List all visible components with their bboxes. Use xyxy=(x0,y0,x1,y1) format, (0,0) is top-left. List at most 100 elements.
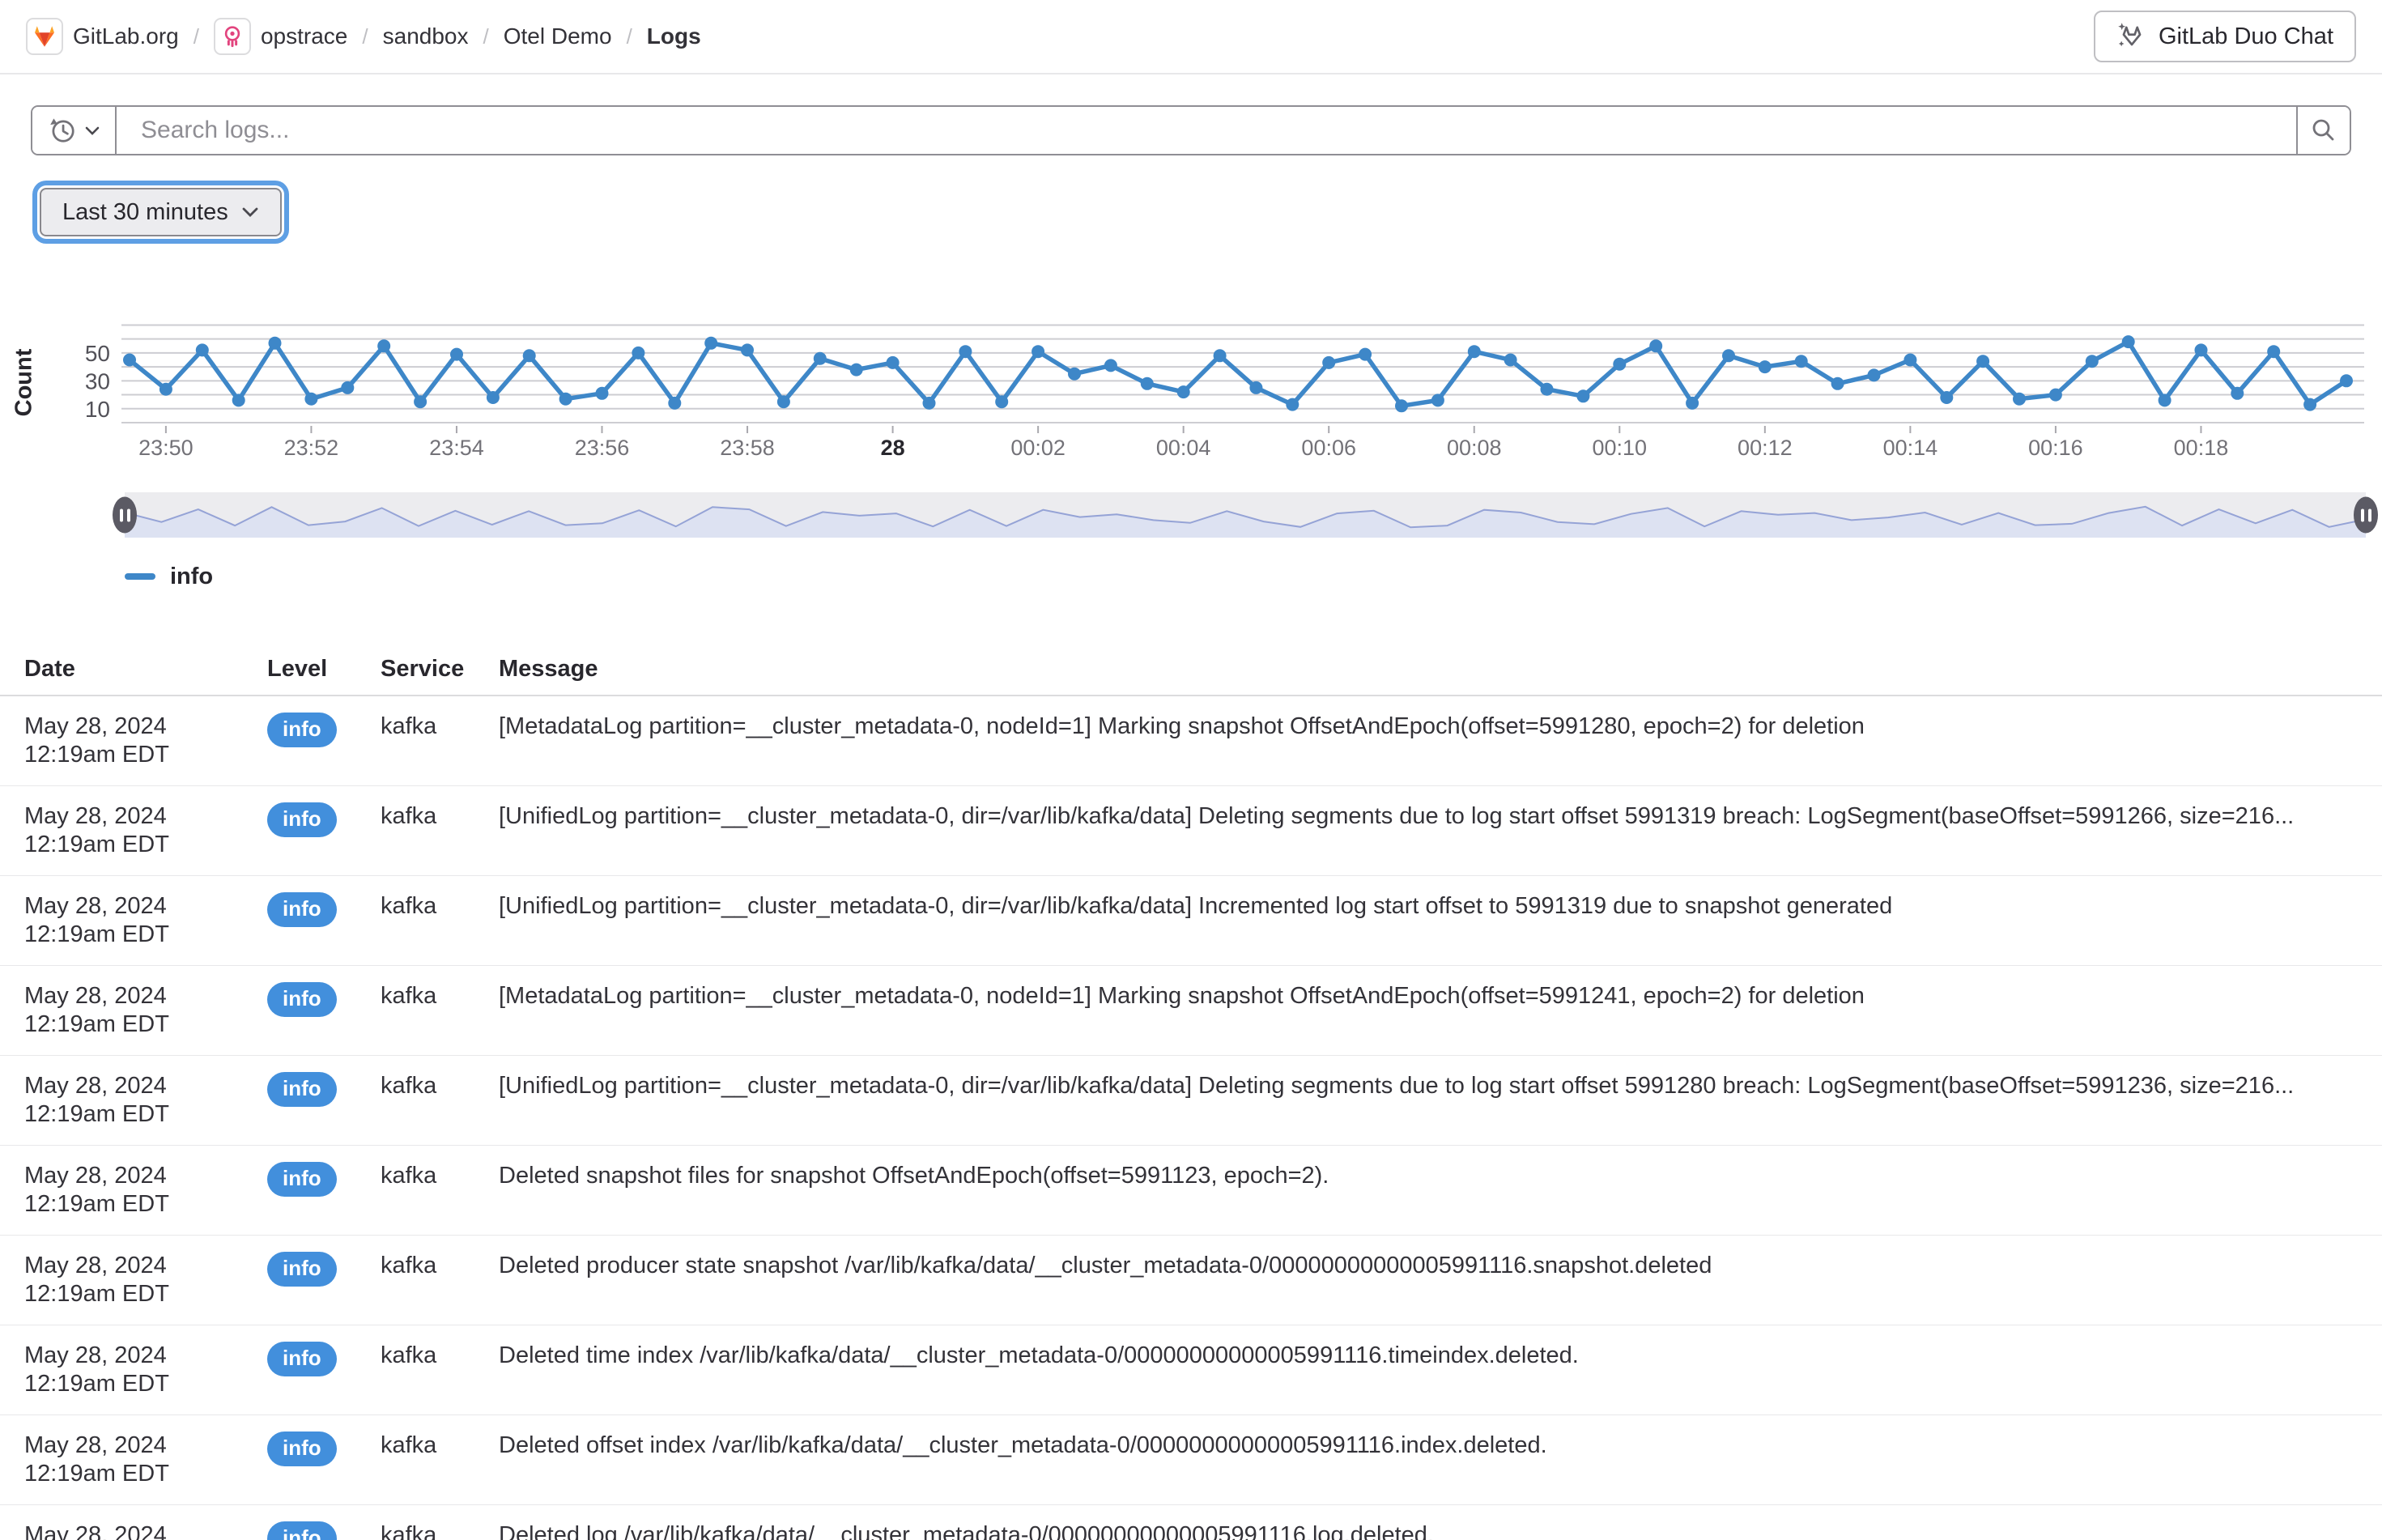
log-level: info xyxy=(267,1162,381,1219)
svg-text:00:08: 00:08 xyxy=(1447,436,1502,460)
table-row[interactable]: May 28, 202412:19am EDTinfo kafkaDeleted … xyxy=(0,1505,2382,1540)
log-message: [MetadataLog partition=__cluster_metadat… xyxy=(499,713,2358,769)
svg-text:00:12: 00:12 xyxy=(1738,436,1793,460)
chevron-down-icon xyxy=(241,206,259,218)
breadcrumb-logs-current: Logs xyxy=(647,23,701,49)
table-row[interactable]: May 28, 202412:19am EDTinfokafka[Metadat… xyxy=(0,966,2382,1056)
table-row[interactable]: May 28, 202412:19am EDTinfo kafkaDeleted … xyxy=(0,1415,2382,1505)
log-level: info xyxy=(267,1342,381,1398)
column-header-service: Service xyxy=(381,656,499,683)
log-message: [UnifiedLog partition=__cluster_metadata… xyxy=(499,892,2358,949)
log-service: kafka xyxy=(381,1072,499,1129)
column-header-message: Message xyxy=(499,656,2358,683)
log-message: [UnifiedLog partition=__cluster_metadata… xyxy=(499,1072,2358,1129)
table-row[interactable]: May 28, 202412:19am EDTinfo kafka[Unified… xyxy=(0,1056,2382,1146)
svg-text:30: 30 xyxy=(85,368,110,394)
column-header-date: Date xyxy=(24,656,267,683)
log-level: info xyxy=(267,1432,381,1488)
log-date: May 28, 202412:19am EDT xyxy=(24,1432,267,1488)
log-level: info xyxy=(267,1072,381,1129)
table-row[interactable]: May 28, 202412:19am EDTinfokafkaDeleted … xyxy=(0,1146,2382,1236)
chart-brush-minimap xyxy=(125,492,2366,538)
log-date: May 28, 202412:19am EDT xyxy=(24,713,267,769)
level-badge: info xyxy=(267,1342,337,1376)
search-submit-button[interactable] xyxy=(2296,107,2350,154)
search-history-dropdown[interactable] xyxy=(32,107,117,154)
svg-text:23:54: 23:54 xyxy=(429,436,484,460)
chart-legend[interactable]: info xyxy=(125,559,213,594)
log-message: [MetadataLog partition=__cluster_metadat… xyxy=(499,982,2358,1039)
log-volume-chart-svg[interactable]: 10305023:5023:5223:5423:5623:582800:0200… xyxy=(71,321,2364,465)
log-level: info xyxy=(267,1521,381,1540)
chart-brush[interactable] xyxy=(125,492,2366,538)
breadcrumb-separator: / xyxy=(627,24,632,49)
level-badge: info xyxy=(267,1252,337,1287)
log-date: May 28, 202412:19am EDT xyxy=(24,1072,267,1129)
breadcrumb-label: Otel Demo xyxy=(504,23,612,49)
log-service: kafka xyxy=(381,892,499,949)
chevron-down-icon xyxy=(84,125,100,136)
log-level: info xyxy=(267,1252,381,1308)
log-level: info xyxy=(267,713,381,769)
log-service: kafka xyxy=(381,1432,499,1488)
table-row[interactable]: May 28, 202412:19am EDTinfokafkaDeleted … xyxy=(0,1236,2382,1325)
history-icon xyxy=(48,116,77,145)
log-message: [UnifiedLog partition=__cluster_metadata… xyxy=(499,802,2358,859)
log-volume-chart[interactable]: Count 10305023:5023:5223:5423:5623:58280… xyxy=(0,249,2382,622)
gitlab-duo-chat-button[interactable]: GitLab Duo Chat xyxy=(2094,11,2356,62)
svg-text:23:58: 23:58 xyxy=(720,436,775,460)
log-message: Deleted log /var/lib/kafka/data/__cluste… xyxy=(499,1521,2358,1540)
log-table: Date Level Service Message May 28, 20241… xyxy=(0,622,2382,1540)
breadcrumb-gitlab-org[interactable]: GitLab.org xyxy=(26,18,179,55)
log-level: info xyxy=(267,892,381,949)
table-row[interactable]: May 28, 202412:19am EDTinfokafkaDeleted … xyxy=(0,1325,2382,1415)
time-range-label: Last 30 minutes xyxy=(62,199,228,226)
search-bar xyxy=(31,105,2351,155)
log-service: kafka xyxy=(381,1342,499,1398)
svg-text:00:18: 00:18 xyxy=(2174,436,2229,460)
log-date: May 28, 202412:19am EDT xyxy=(24,1162,267,1219)
time-range-dropdown[interactable]: Last 30 minutes xyxy=(40,188,282,236)
log-date: May 28, 202412:19am EDT xyxy=(24,802,267,859)
level-badge: info xyxy=(267,1432,337,1466)
svg-text:28: 28 xyxy=(881,436,905,460)
gitlab-logo-icon xyxy=(26,18,63,55)
log-table-header: Date Level Service Message xyxy=(0,643,2382,696)
log-service: kafka xyxy=(381,1521,499,1540)
log-date: May 28, 202412:19am EDT xyxy=(24,1521,267,1540)
table-row[interactable]: May 28, 202412:19am EDTinfokafka[Metadat… xyxy=(0,696,2382,786)
brush-handle-left[interactable] xyxy=(113,497,137,534)
breadcrumb-label: sandbox xyxy=(383,23,469,49)
breadcrumb-sandbox[interactable]: sandbox xyxy=(383,23,469,49)
level-badge: info xyxy=(267,1162,337,1197)
level-badge: info xyxy=(267,1072,337,1107)
brush-handle-right[interactable] xyxy=(2354,497,2378,534)
svg-text:23:50: 23:50 xyxy=(138,436,194,460)
duo-chat-label: GitLab Duo Chat xyxy=(2159,23,2333,50)
breadcrumb-label: GitLab.org xyxy=(73,23,179,49)
svg-text:00:02: 00:02 xyxy=(1010,436,1066,460)
log-level: info xyxy=(267,982,381,1039)
log-message: Deleted offset index /var/lib/kafka/data… xyxy=(499,1432,2358,1488)
top-bar: GitLab.org / opstrace / sandbox / Otel D… xyxy=(0,0,2382,74)
log-date: May 28, 202412:19am EDT xyxy=(24,892,267,949)
svg-text:23:56: 23:56 xyxy=(575,436,630,460)
breadcrumb-opstrace[interactable]: opstrace xyxy=(214,18,347,55)
table-row[interactable]: May 28, 202412:19am EDTinfo kafka[Unified… xyxy=(0,876,2382,966)
level-badge: info xyxy=(267,1521,337,1540)
svg-text:00:10: 00:10 xyxy=(1593,436,1648,460)
breadcrumb-separator: / xyxy=(194,24,199,49)
table-row[interactable]: May 28, 202412:19am EDTinfokafka[Unified… xyxy=(0,786,2382,876)
level-badge: info xyxy=(267,892,337,927)
log-service: kafka xyxy=(381,1162,499,1219)
duo-tanuki-icon xyxy=(2116,21,2147,52)
breadcrumb-label: opstrace xyxy=(261,23,347,49)
column-header-level: Level xyxy=(267,656,381,683)
log-message: Deleted producer state snapshot /var/lib… xyxy=(499,1252,2358,1308)
search-input[interactable] xyxy=(117,107,2296,154)
time-range-row: Last 30 minutes xyxy=(32,183,2382,241)
breadcrumb: GitLab.org / opstrace / sandbox / Otel D… xyxy=(26,18,701,55)
y-axis-title: Count xyxy=(11,326,38,440)
level-badge: info xyxy=(267,713,337,747)
breadcrumb-otel-demo[interactable]: Otel Demo xyxy=(504,23,612,49)
